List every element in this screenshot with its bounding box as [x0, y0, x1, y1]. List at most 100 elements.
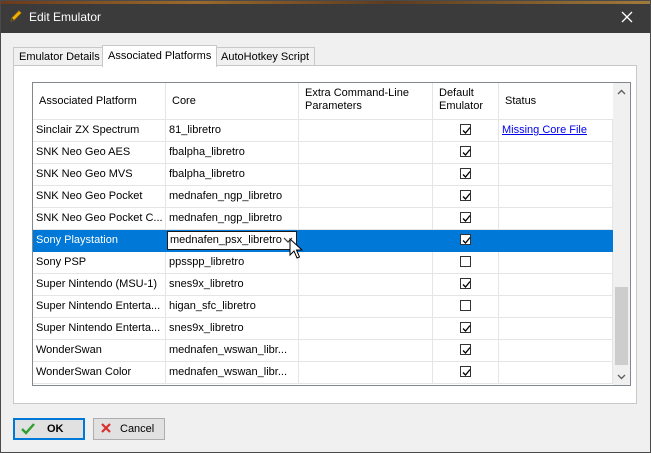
title-bar[interactable]: Edit Emulator	[1, 1, 650, 33]
status-cell[interactable]	[499, 296, 613, 318]
params-cell[interactable]	[299, 362, 433, 384]
table-row[interactable]: Super Nintendo Enterta... snes9x_libretro	[33, 318, 613, 340]
status-cell[interactable]	[499, 318, 613, 340]
default-cell[interactable]	[433, 186, 499, 208]
params-cell[interactable]	[299, 120, 433, 142]
platform-cell[interactable]: Super Nintendo Enterta...	[33, 318, 166, 340]
status-cell[interactable]	[499, 362, 613, 384]
default-emulator-checkbox[interactable]	[460, 146, 471, 157]
default-emulator-checkbox[interactable]	[460, 168, 471, 179]
table-row[interactable]: SNK Neo Geo Pocket mednafen_ngp_libretro	[33, 186, 613, 208]
cancel-button[interactable]: Cancel	[93, 418, 165, 440]
params-cell[interactable]	[299, 296, 433, 318]
platform-cell[interactable]: SNK Neo Geo MVS	[33, 164, 166, 186]
core-cell[interactable]: fbalpha_libretro	[166, 142, 299, 164]
table-row[interactable]: SNK Neo Geo MVS fbalpha_libretro	[33, 164, 613, 186]
default-emulator-checkbox[interactable]	[460, 256, 471, 267]
default-cell[interactable]	[433, 164, 499, 186]
close-button[interactable]	[604, 1, 650, 33]
table-row[interactable]: SNK Neo Geo Pocket C... mednafen_ngp_libr…	[33, 208, 613, 230]
scroll-thumb[interactable]	[615, 287, 628, 365]
platform-cell[interactable]: SNK Neo Geo Pocket	[33, 186, 166, 208]
default-cell[interactable]	[433, 142, 499, 164]
core-cell[interactable]: mednafen_wswan_libr...	[166, 362, 299, 384]
default-cell[interactable]	[433, 274, 499, 296]
table-row[interactable]: Super Nintendo (MSU-1) snes9x_libretro	[33, 274, 613, 296]
platform-cell[interactable]: SNK Neo Geo Pocket C...	[33, 208, 166, 230]
core-cell[interactable]: ppsspp_libretro	[166, 252, 299, 274]
status-cell[interactable]	[499, 230, 613, 252]
default-cell[interactable]	[433, 362, 499, 384]
scroll-up-button[interactable]	[613, 83, 630, 100]
table-row[interactable]: Sony Playstation mednafen_psx_libretro	[33, 230, 613, 252]
default-emulator-checkbox[interactable]	[460, 344, 471, 355]
params-cell[interactable]	[299, 318, 433, 340]
scroll-down-button[interactable]	[613, 368, 630, 385]
core-cell[interactable]: fbalpha_libretro	[166, 164, 299, 186]
core-cell[interactable]: mednafen_ngp_libretro	[166, 186, 299, 208]
platform-cell[interactable]: SNK Neo Geo AES	[33, 142, 166, 164]
table-row[interactable]: Sinclair ZX Spectrum 81_libretro Missing C…	[33, 120, 613, 142]
default-cell[interactable]	[433, 208, 499, 230]
default-emulator-checkbox[interactable]	[460, 190, 471, 201]
platform-cell[interactable]: WonderSwan Color	[33, 362, 166, 384]
params-cell[interactable]	[299, 208, 433, 230]
platform-cell[interactable]: WonderSwan	[33, 340, 166, 362]
core-dropdown[interactable]: mednafen_psx_libretro	[167, 231, 297, 250]
table-row[interactable]: Sony PSP ppsspp_libretro	[33, 252, 613, 274]
default-emulator-checkbox[interactable]	[460, 278, 471, 289]
core-cell[interactable]: snes9x_libretro	[166, 274, 299, 296]
platform-cell[interactable]: Sony Playstation	[33, 230, 166, 252]
column-header-platform[interactable]: Associated Platform	[33, 83, 166, 119]
status-cell[interactable]	[499, 186, 613, 208]
table-row[interactable]: WonderSwan Color mednafen_wswan_libr...	[33, 362, 613, 384]
core-cell[interactable]: snes9x_libretro	[166, 318, 299, 340]
core-cell[interactable]: mednafen_wswan_libr...	[166, 340, 299, 362]
table-row[interactable]: SNK Neo Geo AES fbalpha_libretro	[33, 142, 613, 164]
default-cell[interactable]	[433, 252, 499, 274]
table-row[interactable]: Super Nintendo Enterta... higan_sfc_libre…	[33, 296, 613, 318]
default-cell[interactable]	[433, 296, 499, 318]
params-cell[interactable]	[299, 252, 433, 274]
default-cell[interactable]	[433, 120, 499, 142]
default-cell[interactable]	[433, 318, 499, 340]
table-row[interactable]: WonderSwan mednafen_wswan_libr...	[33, 340, 613, 362]
platform-cell[interactable]: Sony PSP	[33, 252, 166, 274]
core-cell[interactable]: mednafen_psx_libretro	[166, 230, 299, 252]
ok-button[interactable]: OK	[13, 418, 85, 440]
status-cell[interactable]	[499, 208, 613, 230]
column-header-params[interactable]: Extra Command-Line Parameters	[299, 83, 433, 119]
status-link[interactable]: Missing Core File	[502, 124, 587, 136]
default-emulator-checkbox[interactable]	[460, 124, 471, 135]
core-cell[interactable]: higan_sfc_libretro	[166, 296, 299, 318]
default-emulator-checkbox[interactable]	[460, 234, 471, 245]
column-header-default[interactable]: Default Emulator	[433, 83, 499, 119]
platform-cell[interactable]: Sinclair ZX Spectrum	[33, 120, 166, 142]
core-cell[interactable]: mednafen_ngp_libretro	[166, 208, 299, 230]
params-cell[interactable]	[299, 142, 433, 164]
default-emulator-checkbox[interactable]	[460, 322, 471, 333]
status-cell[interactable]	[499, 164, 613, 186]
tab-emulator-details[interactable]: Emulator Details	[13, 47, 106, 66]
platform-cell[interactable]: Super Nintendo Enterta...	[33, 296, 166, 318]
tab-associated-platforms[interactable]: Associated Platforms	[102, 45, 218, 67]
default-emulator-checkbox[interactable]	[460, 366, 471, 377]
params-cell[interactable]	[299, 230, 433, 252]
column-header-status[interactable]: Status	[499, 83, 613, 119]
core-cell[interactable]: 81_libretro	[166, 120, 299, 142]
status-cell[interactable]	[499, 142, 613, 164]
platform-cell[interactable]: Super Nintendo (MSU-1)	[33, 274, 166, 296]
vertical-scrollbar[interactable]	[613, 83, 630, 385]
params-cell[interactable]	[299, 340, 433, 362]
params-cell[interactable]	[299, 164, 433, 186]
params-cell[interactable]	[299, 186, 433, 208]
default-emulator-checkbox[interactable]	[460, 212, 471, 223]
status-cell[interactable]	[499, 340, 613, 362]
default-cell[interactable]	[433, 230, 499, 252]
status-cell[interactable]	[499, 274, 613, 296]
column-header-core[interactable]: Core	[166, 83, 299, 119]
status-cell[interactable]	[499, 252, 613, 274]
default-emulator-checkbox[interactable]	[460, 300, 471, 311]
tab-autohotkey-script[interactable]: AutoHotkey Script	[215, 47, 316, 66]
status-cell[interactable]: Missing Core File	[499, 120, 613, 142]
